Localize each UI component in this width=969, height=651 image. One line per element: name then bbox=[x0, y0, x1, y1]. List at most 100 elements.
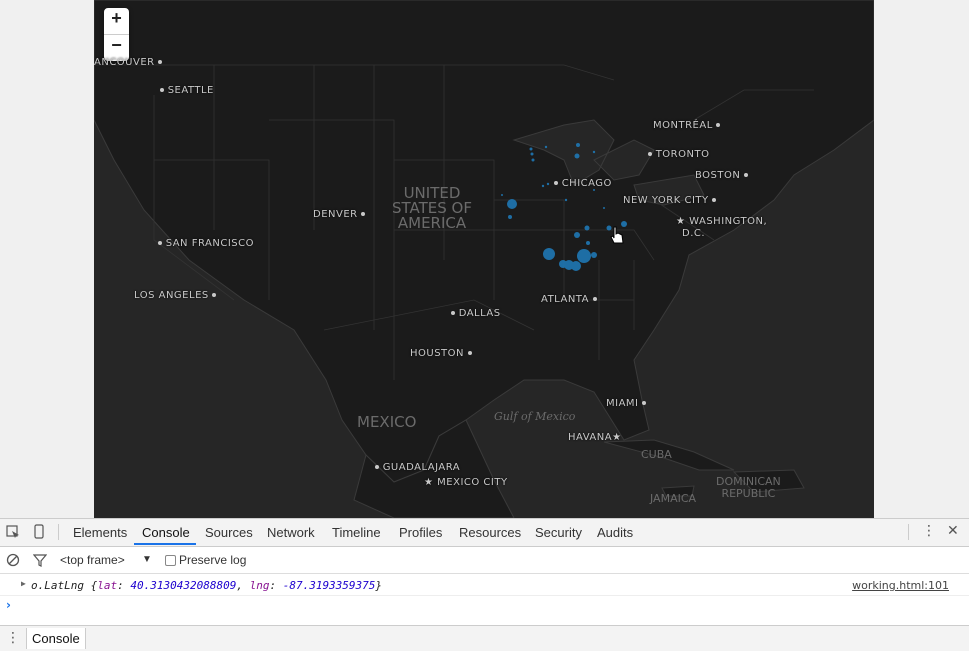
city-name: SEATTLE bbox=[167, 85, 214, 96]
hand-cursor-icon bbox=[610, 226, 624, 244]
city-name: ATLANTA bbox=[541, 294, 589, 305]
log-suffix: } bbox=[375, 579, 383, 592]
close-icon[interactable]: ✕ bbox=[947, 523, 959, 539]
prompt-chevron-icon: › bbox=[6, 598, 11, 612]
city-dot bbox=[554, 181, 558, 185]
preserve-log-checkbox[interactable] bbox=[165, 555, 176, 566]
city-name: MEXICO CITY bbox=[437, 477, 508, 488]
city-label-houston: HOUSTON bbox=[410, 348, 472, 359]
log-source-link[interactable]: working.html:101 bbox=[852, 579, 949, 592]
drawer-tab-console[interactable]: Console bbox=[26, 628, 86, 649]
clear-console-icon[interactable] bbox=[6, 553, 20, 567]
country-label-cuba: CUBA bbox=[641, 448, 672, 461]
city-dot bbox=[648, 152, 652, 156]
tab-timeline[interactable]: Timeline bbox=[332, 525, 381, 540]
city-label-toronto: TORONTO bbox=[648, 149, 709, 160]
drawer-menu-icon[interactable]: ⋮ bbox=[6, 630, 20, 646]
city-label-atlanta: ATLANTA bbox=[541, 294, 597, 305]
city-name: NEW YORK CITY bbox=[623, 195, 709, 206]
city-dot bbox=[158, 241, 162, 245]
tab-network[interactable]: Network bbox=[267, 525, 315, 540]
city-label-los-angeles: LOS ANGELES bbox=[134, 290, 217, 301]
country-line: REPUBLIC bbox=[721, 487, 776, 500]
country-label-dominican-republic: DOMINICAN REPUBLIC bbox=[716, 476, 781, 500]
city-label-dc: D.C. bbox=[682, 228, 705, 239]
tab-elements[interactable]: Elements bbox=[73, 525, 127, 540]
tab-console[interactable]: Console bbox=[142, 525, 190, 540]
tab-sources[interactable]: Sources bbox=[205, 525, 253, 540]
log-message: o.LatLng {lat: 40.3130432088809, lng: -8… bbox=[31, 579, 383, 592]
city-name: TORONTO bbox=[655, 149, 710, 160]
country-label-mexico: MEXICO bbox=[357, 413, 417, 431]
city-dot bbox=[361, 212, 366, 216]
preserve-log-label: Preserve log bbox=[179, 553, 247, 567]
zoom-in-button[interactable]: + bbox=[104, 8, 129, 34]
city-label-san-francisco: SAN FRANCISCO bbox=[158, 238, 254, 249]
water-label-gulf: Gulf of Mexico bbox=[494, 410, 576, 423]
console-prompt[interactable]: › bbox=[0, 596, 969, 618]
tab-audits[interactable]: Audits bbox=[597, 525, 633, 540]
device-mode-icon[interactable] bbox=[34, 524, 44, 539]
city-name: DENVER bbox=[313, 209, 358, 220]
devtools-panel: Elements Console Sources Network Timelin… bbox=[0, 518, 969, 651]
city-name: HAVANA bbox=[568, 432, 613, 443]
city-dot bbox=[160, 88, 164, 92]
divider bbox=[58, 524, 59, 540]
log-lng-value: -87.3193359375 bbox=[282, 579, 376, 592]
city-dot bbox=[467, 351, 472, 355]
log-prefix: o.LatLng { bbox=[31, 579, 98, 592]
city-dot bbox=[592, 297, 597, 301]
city-name: CHICAGO bbox=[561, 178, 612, 189]
map-view[interactable]: + − ANCOUVER SEATTLE DENVER SAN FRANCISC… bbox=[94, 0, 874, 518]
console-toolbar: <top frame> ▼ Preserve log bbox=[0, 547, 969, 574]
city-name: BOSTON bbox=[695, 170, 741, 181]
inspect-element-icon[interactable] bbox=[6, 525, 20, 539]
city-name: LOS ANGELES bbox=[134, 290, 209, 301]
city-name: SAN FRANCISCO bbox=[165, 238, 254, 249]
city-name: HOUSTON bbox=[410, 348, 465, 359]
drawer-bar: ⋮ Console bbox=[0, 625, 969, 651]
log-lng-key: lng bbox=[249, 579, 270, 592]
active-tab-indicator bbox=[134, 543, 196, 545]
city-label-denver: DENVER bbox=[313, 209, 366, 220]
city-label-boston: BOSTON bbox=[695, 170, 749, 181]
log-lat-key: lat bbox=[97, 579, 118, 592]
city-label-montreal: MONTRÉAL bbox=[653, 120, 721, 131]
more-options-icon[interactable]: ⋮ bbox=[922, 523, 936, 539]
devtools-tab-bar: Elements Console Sources Network Timelin… bbox=[0, 519, 969, 547]
chevron-down-icon[interactable]: ▼ bbox=[142, 554, 152, 565]
city-name: WASHINGTON, bbox=[689, 216, 768, 227]
log-lat-value: 40.3130432088809 bbox=[130, 579, 237, 592]
console-log-row[interactable]: ▶ o.LatLng {lat: 40.3130432088809, lng: … bbox=[0, 574, 969, 596]
country-label-usa: UNITED STATES OF AMERICA bbox=[392, 186, 472, 231]
divider bbox=[908, 524, 909, 540]
tab-security[interactable]: Security bbox=[535, 525, 582, 540]
city-name: MONTRÉAL bbox=[653, 120, 713, 131]
city-dot bbox=[212, 293, 217, 297]
city-dot bbox=[642, 401, 647, 405]
city-name: ANCOUVER bbox=[94, 57, 155, 68]
tab-resources[interactable]: Resources bbox=[459, 525, 521, 540]
zoom-control: + − bbox=[104, 8, 129, 61]
frame-selector[interactable]: <top frame> bbox=[60, 553, 125, 567]
city-name: DALLAS bbox=[458, 308, 501, 319]
city-label-mexico-city: ★ MEXICO CITY bbox=[424, 477, 508, 488]
city-label-havana: HAVANA★ bbox=[568, 432, 622, 443]
city-label-vancouver: ANCOUVER bbox=[94, 57, 163, 68]
filter-icon[interactable] bbox=[33, 553, 47, 567]
city-name: GUADALAJARA bbox=[382, 462, 461, 473]
basemap bbox=[94, 0, 874, 518]
city-dot bbox=[712, 198, 717, 202]
city-dot bbox=[716, 123, 721, 127]
city-label-miami: MIAMI bbox=[606, 398, 647, 409]
city-dot bbox=[158, 60, 163, 64]
country-label-jamaica: JAMAICA bbox=[650, 492, 697, 505]
city-label-new-york: NEW YORK CITY bbox=[623, 195, 717, 206]
city-name: MIAMI bbox=[606, 398, 639, 409]
tab-profiles[interactable]: Profiles bbox=[399, 525, 442, 540]
expand-arrow-icon[interactable]: ▶ bbox=[21, 579, 26, 588]
city-label-washington: ★ WASHINGTON, bbox=[676, 216, 768, 227]
city-label-seattle: SEATTLE bbox=[160, 85, 214, 96]
city-label-dallas: DALLAS bbox=[451, 308, 501, 319]
city-dot bbox=[451, 311, 455, 315]
